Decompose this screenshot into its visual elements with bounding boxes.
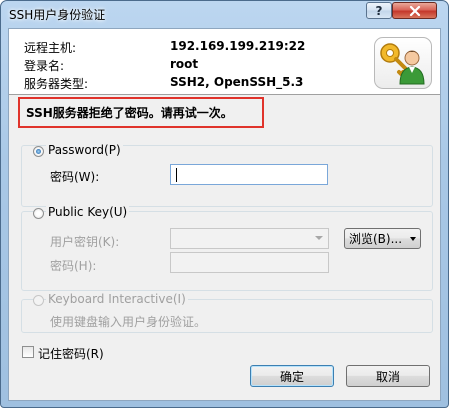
remote-host-label: 远程主机: (24, 41, 77, 55)
passphrase-label: 密码(H): (50, 259, 97, 273)
passphrase-input[interactable] (170, 252, 329, 273)
error-message-text: SSH服务器拒绝了密码。请再试一次。 (26, 106, 233, 120)
keyboard-interactive-description: 使用键盘输入用户身份验证。 (50, 315, 207, 329)
login-name-value: root (170, 57, 199, 71)
cancel-button[interactable]: 取消 (346, 365, 430, 387)
window-title: SSH用户身份验证 (9, 8, 106, 22)
remember-password-checkbox[interactable] (22, 346, 34, 358)
public-key-option-label[interactable]: Public Key(U) (46, 205, 130, 219)
user-key-label: 用户密钥(K): (50, 235, 120, 249)
title-bar[interactable]: SSH用户身份验证 ? (1, 1, 448, 27)
dialog-body: 远程主机: 192.169.199.219:22 登录名: root 服务器类型… (8, 28, 441, 401)
ssh-auth-dialog: SSH用户身份验证 ? 远程主机: 192.169.199.219:22 登录名… (0, 0, 449, 408)
browse-button-label: 浏览(B)... (348, 232, 403, 246)
error-message: SSH服务器拒绝了密码。请再试一次。 (18, 97, 264, 128)
password-field-label: 密码(W): (50, 170, 100, 184)
help-button[interactable]: ? (366, 2, 392, 19)
password-input[interactable] (170, 164, 328, 185)
app-logo (374, 37, 432, 89)
text-caret (176, 168, 177, 182)
cancel-button-label: 取消 (375, 369, 400, 384)
password-radio[interactable] (33, 146, 44, 157)
remote-host-value: 192.169.199.219:22 (170, 39, 306, 53)
remember-password-label[interactable]: 记住密码(R) (38, 345, 104, 362)
close-button[interactable] (392, 2, 437, 19)
ok-button[interactable]: 确定 (250, 365, 334, 387)
server-type-value: SSH2, OpenSSH_5.3 (170, 75, 304, 89)
login-name-label: 登录名: (24, 59, 65, 73)
key-user-icon (380, 43, 425, 85)
help-button-label: ? (375, 3, 383, 18)
keyboard-interactive-radio[interactable] (33, 295, 44, 306)
connection-info-panel: 远程主机: 192.169.199.219:22 登录名: root 服务器类型… (9, 29, 440, 95)
browse-button[interactable]: 浏览(B)... (344, 228, 421, 249)
dropdown-arrow-icon (410, 236, 417, 241)
close-icon (409, 5, 420, 16)
user-key-select[interactable] (170, 228, 329, 249)
public-key-radio[interactable] (33, 208, 44, 219)
keyboard-interactive-option-label[interactable]: Keyboard Interactive(I) (46, 292, 188, 306)
ok-button-label: 确定 (279, 369, 304, 384)
server-type-label: 服务器类型: (24, 77, 89, 91)
chevron-down-icon (315, 236, 323, 240)
public-key-group (21, 211, 433, 291)
password-option-label[interactable]: Password(P) (46, 143, 123, 157)
